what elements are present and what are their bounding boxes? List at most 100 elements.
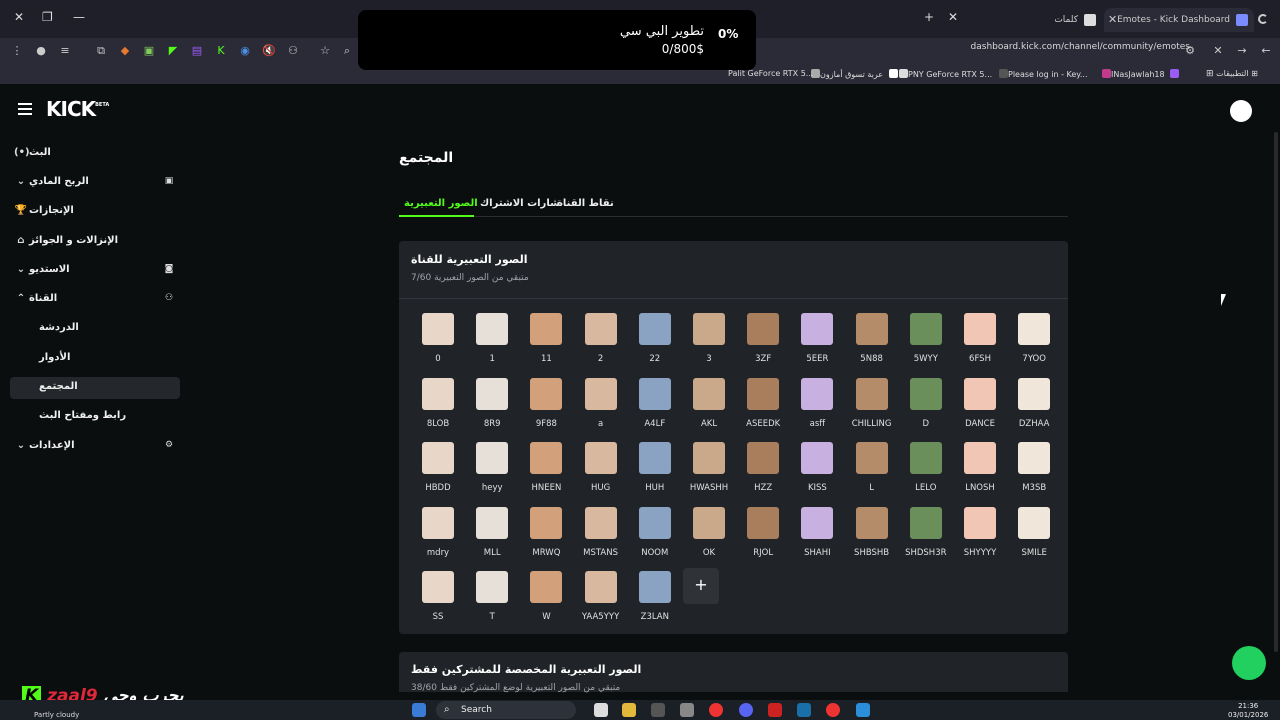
emote-item[interactable]: a	[579, 377, 627, 438]
emote-item[interactable]: 5EER	[795, 313, 843, 373]
emote-item[interactable]: 7YOO	[1012, 313, 1060, 373]
sidebar-item-channel[interactable]: ⌃ القناة ⚇	[0, 289, 173, 311]
tab-subscription-badges[interactable]: شارات الاشتراك	[480, 198, 560, 209]
kick-extension-icon[interactable]: K	[214, 44, 228, 58]
emote-item[interactable]: mdry	[416, 506, 464, 567]
emote-item[interactable]: HUG	[579, 442, 627, 502]
close-window-icon[interactable]: ✕	[14, 10, 24, 24]
emote-item[interactable]: HNEEN	[524, 442, 572, 502]
app-icon[interactable]	[768, 703, 782, 717]
emote-item[interactable]: OK	[687, 506, 735, 567]
emote-item[interactable]: DANCE	[958, 377, 1006, 438]
bookmark-apps[interactable]: ⊞ التطبيقات ⊞	[1206, 69, 1258, 79]
extensions-icon[interactable]: ⧉	[94, 44, 108, 58]
emote-item[interactable]: L	[850, 442, 898, 502]
emote-item[interactable]: asff	[795, 377, 843, 438]
sidebar-item-drops[interactable]: ⌂ الإنزالات و الجوائز	[0, 231, 170, 253]
address-bar[interactable]: dashboard.kick.com/channel/community/emo…	[971, 42, 1190, 52]
emote-item[interactable]: HUH	[633, 442, 681, 502]
menu-dots-icon[interactable]: ⋮	[10, 44, 24, 58]
emote-item[interactable]: 11	[524, 313, 572, 373]
emote-item[interactable]: MSTANS	[579, 506, 627, 567]
emote-item[interactable]: NOOM	[633, 506, 681, 567]
emote-item[interactable]: 5N88	[850, 313, 898, 373]
emote-item[interactable]: SMILE	[1012, 506, 1060, 567]
emote-item[interactable]: HBDD	[416, 442, 464, 502]
emote-item[interactable]: 6FSH	[958, 313, 1006, 373]
emote-item[interactable]: 0	[416, 313, 464, 373]
kick-logo[interactable]: KICKBETA	[46, 97, 109, 121]
emote-item[interactable]: HWASHH	[687, 442, 735, 502]
bookmark-item[interactable]: عربة تسوق أمازون	[808, 69, 898, 79]
bookmark-item[interactable]: PNY GeForce RTX 5...	[896, 69, 992, 79]
app-icon[interactable]	[651, 703, 665, 717]
sidebar-item-studio[interactable]: ⌄ الاستديو ◙	[0, 260, 174, 282]
emote-item[interactable]: LELO	[904, 442, 952, 502]
bookmark-item[interactable]: Please log in - Key...	[996, 69, 1088, 79]
bookmark-item[interactable]: Palit GeForce RTX 5...	[728, 69, 813, 78]
steam-icon[interactable]	[797, 703, 811, 717]
emote-item[interactable]: KISS	[795, 442, 843, 502]
site-settings-icon[interactable]: ⚙	[1183, 44, 1197, 58]
file-explorer-icon[interactable]	[622, 703, 636, 717]
tab-kalimat[interactable]: كلمات	[1040, 8, 1102, 32]
extension-icon[interactable]: ▤	[190, 44, 204, 58]
emote-item[interactable]: M3SB	[1012, 442, 1060, 502]
sidebar-item-chat[interactable]: الدردشة	[0, 318, 170, 340]
taskbar-clock[interactable]: 21:36 03/01/2026	[1228, 702, 1268, 720]
mute-icon[interactable]: 🔇	[262, 44, 276, 58]
page-scrollbar[interactable]	[1274, 132, 1278, 652]
emote-item[interactable]: DZHAA	[1012, 377, 1060, 438]
emote-item[interactable]: SHYYYY	[958, 506, 1006, 567]
sidebar-item-stream-key[interactable]: رابط ومفتاح البث	[0, 406, 170, 428]
start-button-icon[interactable]	[412, 703, 426, 717]
restore-window-icon[interactable]: ❐	[42, 10, 53, 24]
stop-icon[interactable]: ✕	[1211, 44, 1225, 58]
emote-item[interactable]: T	[470, 571, 518, 631]
sidebar-item-roles[interactable]: الأدوار	[0, 348, 170, 370]
emote-item[interactable]: 9F88	[524, 377, 572, 438]
extension-icon[interactable]: ▣	[142, 44, 156, 58]
sidebar-item-settings[interactable]: ⌄ الإعدادات ⚙	[0, 436, 173, 458]
sidebar-item-achievements[interactable]: 🏆 الإنجازات	[0, 201, 170, 223]
task-view-icon[interactable]	[594, 703, 608, 717]
emote-item[interactable]: 22	[633, 313, 681, 373]
emote-item[interactable]: CHILLING	[850, 377, 898, 438]
minimize-window-icon[interactable]: —	[73, 10, 85, 24]
bookmark-star-icon[interactable]: ☆	[318, 44, 332, 58]
emote-item[interactable]: MLL	[470, 506, 518, 567]
support-chat-button[interactable]	[1232, 646, 1266, 680]
emote-item[interactable]: MRWQ	[524, 506, 572, 567]
extension-icon[interactable]: ⚇	[286, 44, 300, 58]
emote-item[interactable]: HZZ	[741, 442, 789, 502]
emote-item[interactable]: SHAHI	[795, 506, 843, 567]
emote-item[interactable]: Z3LAN	[633, 571, 681, 631]
tab-channel-points[interactable]: نقاط القناة	[557, 198, 614, 209]
emote-item[interactable]: LNOSH	[958, 442, 1006, 502]
emote-item[interactable]: D	[904, 377, 952, 438]
tab-close-icon[interactable]: ✕	[948, 10, 958, 24]
extension-icon[interactable]: ◆	[118, 44, 132, 58]
discord-icon[interactable]	[739, 703, 753, 717]
emote-item[interactable]: W	[524, 571, 572, 631]
emote-item[interactable]: ASEEDK	[741, 377, 789, 438]
tab-emotes[interactable]: الصور التعبيرية	[404, 198, 478, 209]
add-emote-button[interactable]: +	[683, 568, 719, 604]
emote-item[interactable]: RJOL	[741, 506, 789, 567]
app-icon[interactable]	[856, 703, 870, 717]
tab-emotes[interactable]: ✕ Emotes - Kick Dashboard	[1104, 8, 1268, 32]
emote-item[interactable]: 5WYY	[904, 313, 952, 373]
extension-icon[interactable]: ◤	[166, 44, 180, 58]
profile-icon[interactable]: ●	[34, 44, 48, 58]
chrome-icon[interactable]	[826, 703, 840, 717]
new-tab-icon[interactable]: +	[924, 10, 934, 24]
weather-widget[interactable]: Partly cloudy	[34, 711, 79, 719]
emote-item[interactable]: 1	[470, 313, 518, 373]
emote-item[interactable]: AKL	[687, 377, 735, 438]
emote-item[interactable]: SHDSH3R	[904, 506, 952, 567]
emote-item[interactable]: 3	[687, 313, 735, 373]
emote-item[interactable]: 2	[579, 313, 627, 373]
emote-item[interactable]: heyy	[470, 442, 518, 502]
back-icon[interactable]: ←	[1259, 44, 1273, 58]
hamburger-menu-icon[interactable]	[18, 103, 32, 115]
